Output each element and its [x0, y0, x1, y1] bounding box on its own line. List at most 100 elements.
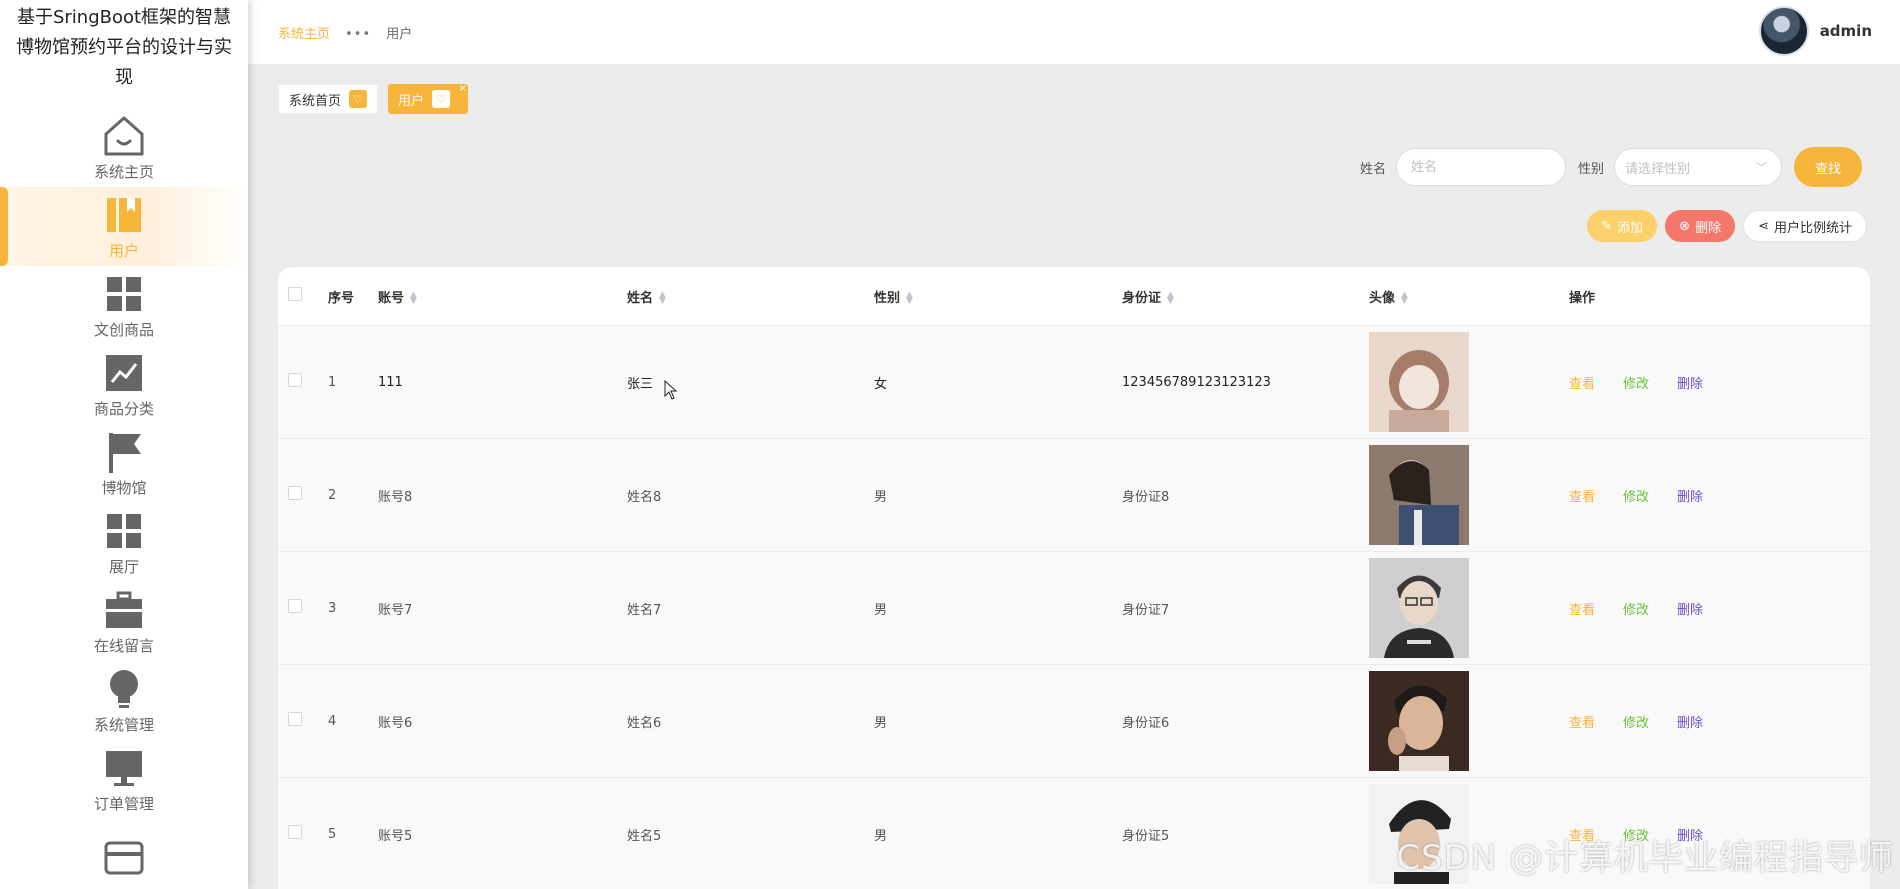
column-header-avatar[interactable]: 头像 ▲ ▼ [1369, 287, 1569, 306]
sort-icon[interactable]: ▲ ▼ [659, 291, 666, 306]
sidebar-item-orders[interactable]: 订单管理 [0, 740, 248, 819]
view-link[interactable]: 查看 [1569, 712, 1595, 731]
sidebar-item-more[interactable] [0, 819, 248, 889]
row-checkbox[interactable] [288, 486, 302, 500]
sidebar-menu: 系统主页 用户 文创商品 商品分类 博物馆 展厅 在线留言 系统管理 订单管理 [0, 108, 248, 889]
table-row: 1 111 张三 女 123456789123123123 查看 修改 删除 [278, 326, 1870, 439]
breadcrumb-separator-icon: ••• [345, 26, 372, 42]
tab-home[interactable]: 系统首页 ♡ [278, 84, 379, 114]
edit-link[interactable]: 修改 [1623, 599, 1649, 618]
sidebar-item-label: 用户 [108, 242, 139, 260]
row-checkbox[interactable] [288, 712, 302, 726]
sidebar-item-home[interactable]: 系统主页 [0, 108, 248, 187]
sidebar-item-system[interactable]: 系统管理 [0, 661, 248, 740]
edit-link[interactable]: 修改 [1623, 373, 1649, 392]
sidebar-item-messages[interactable]: 在线留言 [0, 582, 248, 661]
cell-index: 3 [328, 600, 337, 616]
user-photo[interactable] [1369, 671, 1469, 771]
close-icon[interactable]: × [459, 83, 467, 94]
cell-operations: 查看 修改 删除 [1569, 373, 1870, 392]
user-menu[interactable]: admin [1758, 6, 1872, 56]
user-ratio-stats-button[interactable]: ⋖ 用户比例统计 [1743, 210, 1867, 242]
sidebar-item-hall[interactable]: 展厅 [0, 503, 248, 582]
edit-link[interactable]: 修改 [1623, 712, 1649, 731]
cell-index: 2 [328, 487, 337, 503]
tab-user[interactable]: 用户 ♡ × [388, 83, 469, 114]
delete-link[interactable]: 删除 [1677, 486, 1703, 505]
circle-close-icon: ⊗ [1679, 218, 1691, 234]
table-row: 3 账号7 姓名7 男 身份证7 查看 修改 删除 [278, 552, 1870, 665]
column-header-index: 序号 [328, 290, 355, 306]
column-header-id-card[interactable]: 身份证 ▲ ▼ [1122, 287, 1369, 306]
sidebar-item-user[interactable]: 用户 [0, 187, 248, 266]
sidebar-item-categories[interactable]: 商品分类 [0, 345, 248, 424]
add-button[interactable]: ✎ 添加 [1587, 210, 1658, 242]
home-icon [101, 113, 147, 159]
tab-bar: 系统首页 ♡ 用户 ♡ × [278, 83, 469, 114]
delete-button-label: 删除 [1695, 220, 1722, 236]
row-checkbox[interactable] [288, 599, 302, 613]
name-search-input[interactable] [1395, 148, 1566, 186]
username[interactable]: admin [1820, 22, 1872, 40]
name-label: 姓名 [1359, 161, 1386, 177]
user-book-icon [101, 192, 147, 238]
select-all-checkbox[interactable] [288, 287, 302, 301]
cell-sex: 男 [874, 489, 888, 505]
avatar[interactable] [1758, 6, 1809, 56]
delete-button[interactable]: ⊗ 删除 [1665, 210, 1736, 242]
column-header-sex[interactable]: 性别 ▲ ▼ [874, 287, 1122, 306]
sidebar-item-label: 订单管理 [93, 795, 154, 813]
cell-operations: 查看 修改 删除 [1569, 599, 1870, 618]
cell-sex: 女 [874, 376, 888, 392]
delete-link[interactable]: 删除 [1677, 712, 1703, 731]
cell-name: 姓名7 [627, 602, 662, 618]
tab-label: 用户 [398, 93, 425, 109]
sidebar-item-museum[interactable]: 博物馆 [0, 424, 248, 503]
share-icon: ⋖ [1758, 218, 1769, 234]
sort-icon[interactable]: ▲ ▼ [906, 291, 913, 306]
action-bar: ✎ 添加 ⊗ 删除 ⋖ 用户比例统计 [1587, 210, 1867, 242]
chevron-down-icon: ﹀ [1756, 161, 1767, 174]
flag-icon [101, 429, 147, 475]
watermark: CSDN @计算机毕业编程指导师 [1396, 838, 1894, 878]
user-photo[interactable] [1369, 558, 1469, 658]
cell-index: 5 [328, 826, 337, 842]
delete-link[interactable]: 删除 [1677, 599, 1703, 618]
sidebar-item-label: 展厅 [108, 558, 139, 576]
cell-account: 账号5 [378, 828, 413, 844]
column-header-account[interactable]: 账号 ▲ ▼ [378, 287, 627, 306]
cell-avatar [1369, 671, 1569, 771]
cell-account: 账号6 [378, 715, 413, 731]
row-checkbox[interactable] [288, 825, 302, 839]
search-bar: 姓名 性别 请选择性别 ﹀ 查找 [1360, 147, 1862, 187]
sex-select[interactable]: 请选择性别 ﹀ [1614, 148, 1782, 186]
column-header-name[interactable]: 姓名 ▲ ▼ [627, 287, 874, 306]
delete-link[interactable]: 删除 [1677, 373, 1703, 392]
user-photo[interactable] [1369, 332, 1469, 432]
cell-name: 姓名8 [627, 489, 662, 505]
view-link[interactable]: 查看 [1569, 599, 1595, 618]
breadcrumb-home[interactable]: 系统主页 [278, 27, 330, 42]
view-link[interactable]: 查看 [1569, 486, 1595, 505]
user-table: 序号 账号 ▲ ▼ 姓名 ▲ ▼ 性别 ▲ ▼ 身份证 ▲ ▼ 头像 ▲ ▼ 操作 1 111 张三… [278, 267, 1870, 889]
sort-icon[interactable]: ▲ ▼ [410, 291, 417, 306]
sex-select-placeholder: 请选择性别 [1625, 161, 1691, 177]
user-photo[interactable] [1369, 445, 1469, 545]
column-header-operations: 操作 [1569, 290, 1596, 306]
sidebar-item-products[interactable]: 文创商品 [0, 266, 248, 345]
sort-icon[interactable]: ▲ ▼ [1167, 291, 1174, 306]
cell-sex: 男 [874, 715, 888, 731]
cell-operations: 查看 修改 删除 [1569, 486, 1870, 505]
edit-link[interactable]: 修改 [1623, 486, 1649, 505]
add-button-label: 添加 [1617, 220, 1644, 236]
row-checkbox[interactable] [288, 373, 302, 387]
search-button[interactable]: 查找 [1794, 147, 1862, 187]
sort-icon[interactable]: ▲ ▼ [1401, 291, 1408, 306]
view-link[interactable]: 查看 [1569, 373, 1595, 392]
stats-button-label: 用户比例统计 [1773, 220, 1852, 236]
sidebar-item-label: 文创商品 [93, 321, 154, 339]
heart-icon: ♡ [349, 90, 368, 108]
mouse-cursor-icon [664, 380, 678, 400]
cell-avatar [1369, 558, 1569, 658]
tab-label: 系统首页 [289, 93, 342, 109]
